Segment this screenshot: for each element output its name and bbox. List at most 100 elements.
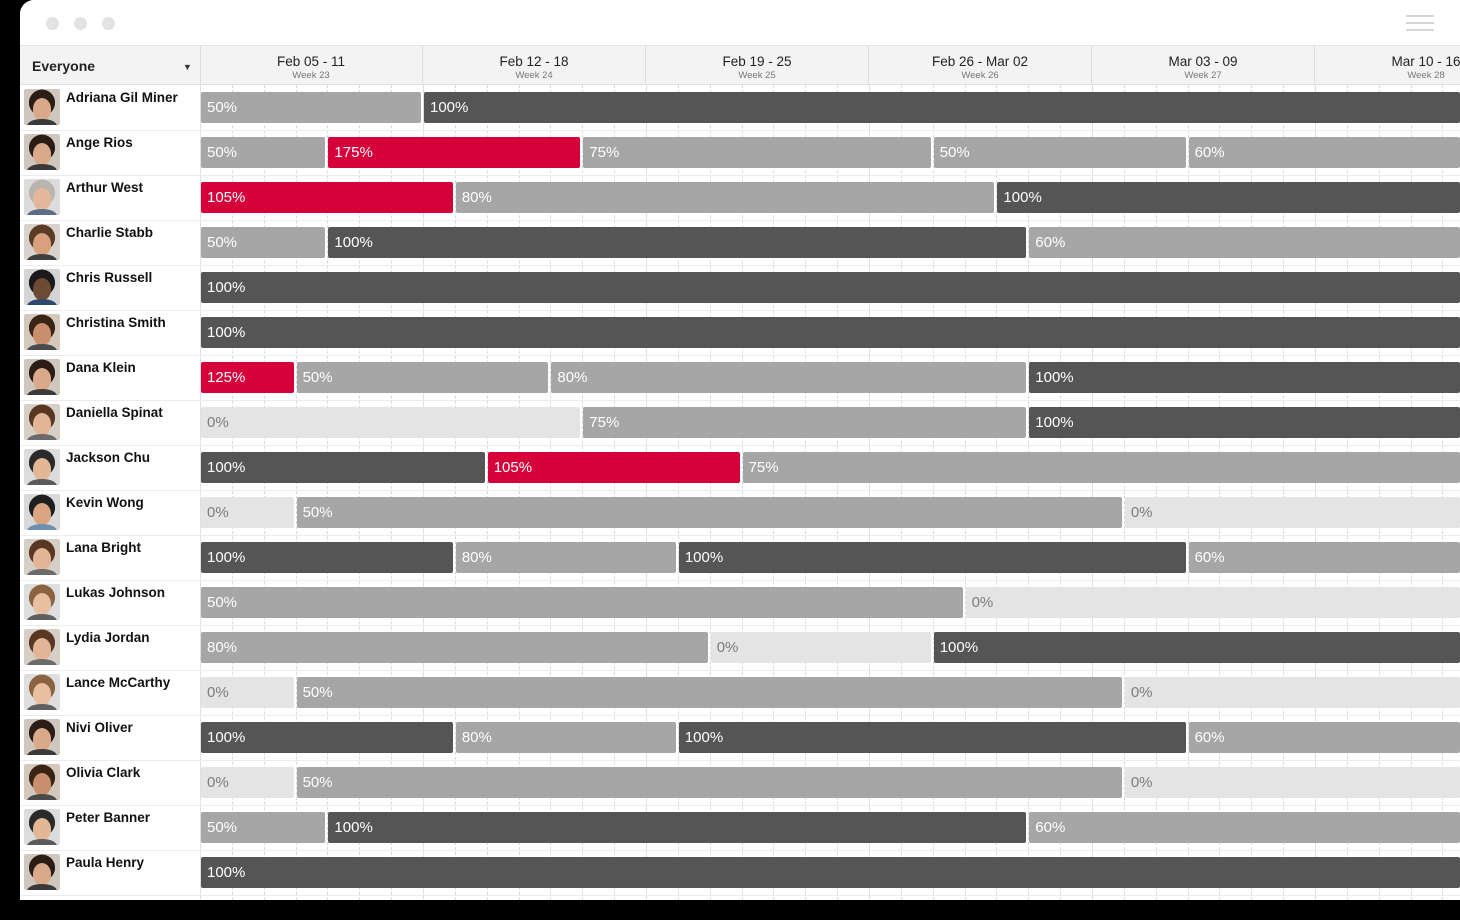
allocation-bar[interactable]: 100% xyxy=(201,272,1460,303)
allocation-bar[interactable]: 0% xyxy=(201,497,294,528)
allocation-bar[interactable]: 50% xyxy=(933,137,1186,168)
person-name[interactable]: Ange Rios xyxy=(66,135,133,150)
allocation-bar[interactable]: 100% xyxy=(201,857,1460,888)
person-name[interactable]: Jackson Chu xyxy=(66,450,150,465)
person-name[interactable]: Adriana Gil Miner xyxy=(66,90,178,105)
allocation-bar[interactable]: 50% xyxy=(201,137,326,168)
allocation-bar[interactable]: 100% xyxy=(201,542,453,573)
allocation-bar[interactable]: 100% xyxy=(678,542,1186,573)
allocation-bar[interactable]: 60% xyxy=(1188,542,1460,573)
person-name[interactable]: Lukas Johnson xyxy=(66,585,165,600)
person-name[interactable]: Nivi Oliver xyxy=(66,720,133,735)
allocation-bar[interactable]: 0% xyxy=(201,767,294,798)
allocation-bar[interactable]: 105% xyxy=(201,182,453,213)
week-range-label: Feb 26 - Mar 02 xyxy=(931,54,1029,69)
avatar[interactable] xyxy=(24,854,60,890)
person-name[interactable]: Kevin Wong xyxy=(66,495,144,510)
person-name[interactable]: Chris Russell xyxy=(66,270,152,285)
app-window: Everyone ▼ Feb 05 - 11 Week 23 Feb 12 - 18… xyxy=(20,0,1460,900)
person-name[interactable]: Lance McCarthy xyxy=(66,675,170,690)
avatar[interactable] xyxy=(24,449,60,485)
person-name[interactable]: Lydia Jordan xyxy=(66,630,150,645)
avatar[interactable] xyxy=(24,764,60,800)
avatar[interactable] xyxy=(24,584,60,620)
allocation-bar[interactable]: 100% xyxy=(328,812,1027,843)
avatar[interactable] xyxy=(24,674,60,710)
allocation-bar[interactable]: 50% xyxy=(201,812,326,843)
allocation-bar[interactable]: 60% xyxy=(1029,812,1460,843)
allocation-bar[interactable]: 0% xyxy=(201,677,294,708)
avatar[interactable] xyxy=(24,269,60,305)
avatar[interactable] xyxy=(24,314,60,350)
allocation-bar[interactable]: 60% xyxy=(1188,137,1460,168)
person-name[interactable]: Peter Banner xyxy=(66,810,150,825)
avatar[interactable] xyxy=(24,809,60,845)
allocation-bar[interactable]: 60% xyxy=(1029,227,1460,258)
allocation-bar[interactable]: 175% xyxy=(328,137,581,168)
allocation-bar[interactable]: 100% xyxy=(1029,362,1460,393)
allocation-bar[interactable]: 100% xyxy=(678,722,1186,753)
person-name[interactable]: Arthur West xyxy=(66,180,143,195)
allocation-bar[interactable]: 100% xyxy=(201,722,453,753)
person-name[interactable]: Dana Klein xyxy=(66,360,136,375)
avatar[interactable] xyxy=(24,179,60,215)
allocation-bar[interactable]: 0% xyxy=(201,407,581,438)
allocation-bar[interactable]: 75% xyxy=(583,407,1027,438)
allocation-bar[interactable]: 75% xyxy=(583,137,931,168)
allocation-bar[interactable]: 100% xyxy=(201,317,1460,348)
allocation-bar[interactable]: 100% xyxy=(997,182,1460,213)
allocation-bar[interactable]: 80% xyxy=(455,722,676,753)
allocation-bar[interactable]: 100% xyxy=(201,452,485,483)
window-maximize-button[interactable] xyxy=(102,17,115,30)
allocation-bar[interactable]: 50% xyxy=(201,227,326,258)
week-range-label: Feb 12 - 18 xyxy=(499,54,569,69)
allocation-bar[interactable]: 100% xyxy=(328,227,1027,258)
allocation-bar[interactable]: 100% xyxy=(1029,407,1460,438)
person-row: Chris Russell 100% xyxy=(20,265,1460,311)
person-name[interactable]: Olivia Clark xyxy=(66,765,140,780)
person-name[interactable]: Daniella Spinat xyxy=(66,405,163,420)
allocation-bar[interactable]: 50% xyxy=(296,767,1122,798)
allocation-bar[interactable]: 0% xyxy=(1124,677,1460,708)
allocation-bar[interactable]: 0% xyxy=(965,587,1460,618)
allocation-bar[interactable]: 0% xyxy=(710,632,931,663)
person-name[interactable]: Charlie Stabb xyxy=(66,225,153,240)
allocation-bar[interactable]: 100% xyxy=(933,632,1460,663)
week-column-header: Feb 12 - 18 Week 24 xyxy=(423,46,646,84)
allocation-bar[interactable]: 105% xyxy=(487,452,740,483)
filter-label: Everyone xyxy=(32,58,96,74)
allocation-bar[interactable]: 80% xyxy=(455,542,676,573)
person-row: Daniella Spinat 0% 75% 100% xyxy=(20,400,1460,446)
window-close-button[interactable] xyxy=(46,17,59,30)
person-name[interactable]: Christina Smith xyxy=(66,315,166,330)
allocation-bar[interactable]: 80% xyxy=(201,632,708,663)
allocation-bar[interactable]: 75% xyxy=(742,452,1460,483)
avatar[interactable] xyxy=(24,539,60,575)
avatar[interactable] xyxy=(24,224,60,260)
allocation-bar[interactable]: 100% xyxy=(424,92,1460,123)
avatar[interactable] xyxy=(24,629,60,665)
allocation-bar[interactable]: 50% xyxy=(296,362,549,393)
avatar[interactable] xyxy=(24,134,60,170)
person-name[interactable]: Paula Henry xyxy=(66,855,144,870)
allocation-bar[interactable]: 50% xyxy=(201,587,963,618)
allocation-bar[interactable]: 60% xyxy=(1188,722,1460,753)
allocation-bar[interactable]: 50% xyxy=(296,677,1122,708)
allocation-bar[interactable]: 0% xyxy=(1124,767,1460,798)
allocation-bar[interactable]: 0% xyxy=(1124,497,1460,528)
person-name[interactable]: Lana Bright xyxy=(66,540,141,555)
avatar[interactable] xyxy=(24,494,60,530)
hamburger-menu-icon[interactable] xyxy=(1406,15,1434,33)
avatar[interactable] xyxy=(24,89,60,125)
window-minimize-button[interactable] xyxy=(74,17,87,30)
allocation-bar[interactable]: 50% xyxy=(296,497,1122,528)
allocation-bar[interactable]: 80% xyxy=(551,362,1027,393)
allocation-bar[interactable]: 125% xyxy=(201,362,294,393)
people-filter-dropdown[interactable]: Everyone ▼ xyxy=(20,46,201,84)
avatar[interactable] xyxy=(24,359,60,395)
person-row: Lukas Johnson 50% 0% xyxy=(20,580,1460,626)
allocation-bar[interactable]: 50% xyxy=(201,92,421,123)
avatar[interactable] xyxy=(24,404,60,440)
allocation-bar[interactable]: 80% xyxy=(455,182,995,213)
avatar[interactable] xyxy=(24,719,60,755)
